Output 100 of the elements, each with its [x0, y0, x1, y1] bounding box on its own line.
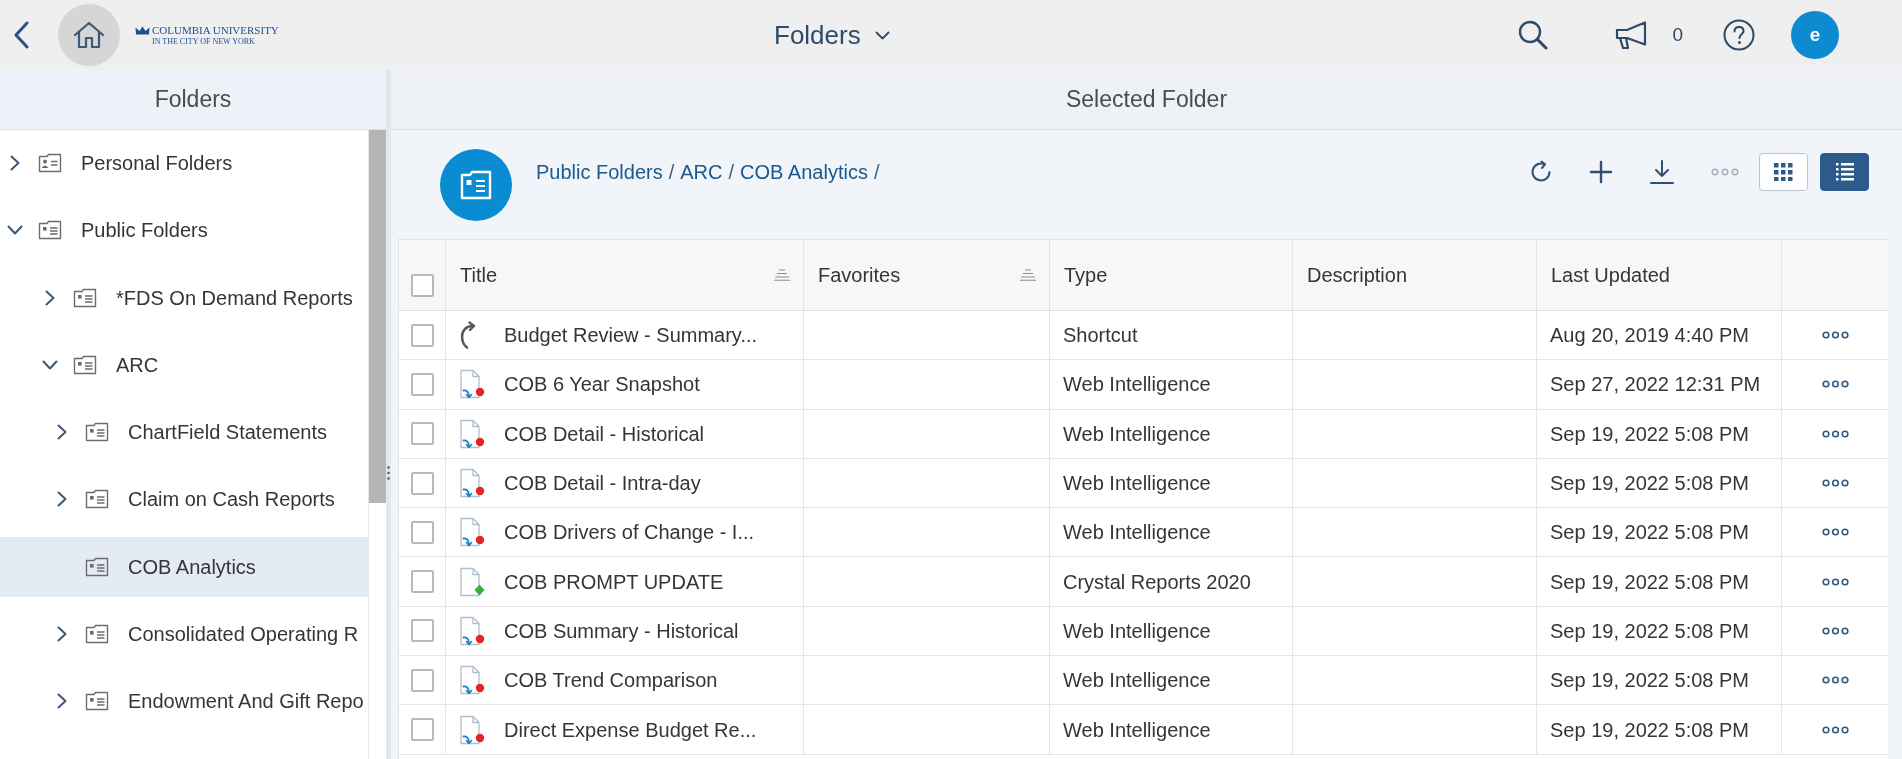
table-cell: Web Intelligence — [1050, 409, 1293, 458]
refresh-icon[interactable] — [1529, 160, 1553, 184]
tree-item[interactable]: COB Analytics — [0, 536, 368, 597]
table-cell: Sep 19, 2022 5:08 PM — [1537, 656, 1782, 705]
document-title: Budget Review - Summary... — [504, 323, 758, 349]
row-checkbox[interactable] — [410, 570, 434, 594]
table-cell: Sep 19, 2022 5:08 PM — [1537, 606, 1782, 656]
more-icon[interactable] — [1821, 429, 1849, 438]
folder-icon — [440, 149, 512, 221]
more-icon[interactable] — [1821, 676, 1849, 685]
document-title: COB 6 Year Snapshot — [504, 372, 700, 398]
table-cell: Web Intelligence — [1050, 656, 1293, 705]
breadcrumb-link[interactable]: ARC — [680, 157, 723, 187]
more-icon[interactable] — [1821, 626, 1849, 635]
megaphone-icon[interactable] — [1614, 20, 1649, 50]
sidebar-header: Folders — [0, 70, 386, 130]
folder-icon — [73, 354, 97, 375]
row-checkbox[interactable] — [410, 471, 434, 495]
tree-item[interactable]: Claim on Cash Reports — [0, 469, 368, 530]
tree-item[interactable]: Personal Folders — [0, 133, 368, 193]
document-arrow-icon — [458, 468, 485, 499]
folder-icon — [85, 691, 109, 711]
breadcrumb-link[interactable]: COB Analytics — [740, 157, 868, 187]
tree-item[interactable]: *FDS On Demand Reports — [0, 267, 368, 328]
caret-down-icon — [874, 30, 890, 40]
chevron-right-icon[interactable] — [57, 424, 67, 440]
row-checkbox[interactable] — [410, 372, 434, 396]
download-icon[interactable] — [1649, 159, 1675, 185]
document-arrow-icon — [458, 665, 485, 696]
table-cell: Sep 27, 2022 12:31 PM — [1537, 360, 1782, 409]
document-arrow-icon — [458, 714, 485, 745]
table-cell: Sep 19, 2022 5:08 PM — [1537, 508, 1782, 557]
column-header[interactable]: Favorites — [804, 240, 1050, 310]
row-checkbox[interactable] — [410, 668, 434, 692]
tree-item[interactable]: Consolidated Operating R — [0, 603, 368, 664]
chevron-down-icon[interactable] — [7, 225, 23, 236]
row-checkbox[interactable] — [410, 422, 434, 446]
breadcrumb-separator: / — [873, 160, 880, 185]
chevron-left-icon[interactable] — [13, 21, 29, 49]
chevron-right-icon[interactable] — [57, 693, 67, 709]
document-title: COB Detail - Historical — [504, 421, 705, 447]
tree-item[interactable]: Endowment And Gift Repo — [0, 671, 368, 731]
table-cell: Web Intelligence — [1050, 705, 1293, 754]
row-checkbox[interactable] — [410, 323, 434, 347]
person-card-icon — [38, 153, 62, 173]
document-title: COB PROMPT UPDATE — [504, 569, 724, 595]
chevron-right-icon[interactable] — [10, 155, 20, 171]
row-checkbox[interactable] — [410, 520, 434, 544]
table-cell: Sep 19, 2022 5:08 PM — [1537, 557, 1782, 606]
grid-icon — [1774, 162, 1793, 182]
document-arrow-icon — [458, 517, 485, 548]
document-arrow-icon — [458, 369, 485, 400]
list-icon — [1835, 163, 1854, 181]
sort-icon[interactable] — [1020, 269, 1036, 281]
table-cell: Web Intelligence — [1050, 508, 1293, 557]
notification-count: 0 — [1672, 22, 1683, 47]
row-checkbox[interactable] — [410, 619, 434, 643]
column-header[interactable]: Type — [1050, 240, 1293, 310]
table-cell: Web Intelligence — [1050, 458, 1293, 508]
chevron-right-icon[interactable] — [45, 289, 55, 306]
folder-icon — [73, 287, 97, 308]
folder-icon — [38, 220, 62, 241]
more-icon[interactable] — [1821, 380, 1849, 389]
table-cell: Web Intelligence — [1050, 606, 1293, 656]
breadcrumb-link[interactable]: Public Folders — [536, 157, 663, 187]
list-view-button[interactable] — [1820, 153, 1869, 191]
column-header[interactable]: Description — [1293, 240, 1537, 310]
more-icon[interactable] — [1821, 577, 1849, 586]
more-icon[interactable] — [1821, 331, 1849, 340]
column-header[interactable]: Title — [446, 240, 804, 310]
search-icon[interactable] — [1518, 20, 1549, 50]
help-icon[interactable] — [1723, 19, 1755, 51]
document-title: COB Trend Comparison — [504, 668, 718, 694]
folder-icon — [85, 489, 109, 510]
chevron-down-icon[interactable] — [42, 359, 58, 370]
column-header[interactable]: Last Updated — [1537, 240, 1782, 310]
more-icon[interactable] — [1821, 725, 1849, 734]
select-all-checkbox[interactable] — [410, 273, 434, 297]
splitter-handle[interactable] — [386, 70, 391, 759]
home-icon — [73, 21, 105, 49]
grid-view-button[interactable] — [1759, 153, 1808, 191]
document-title: COB Summary - Historical — [504, 618, 739, 644]
table-cell: Sep 19, 2022 5:08 PM — [1537, 705, 1782, 754]
sort-icon[interactable] — [774, 269, 790, 281]
document-arrow-icon — [458, 418, 485, 449]
tree-item[interactable]: Public Folders — [0, 200, 368, 261]
chevron-right-icon[interactable] — [57, 625, 67, 642]
folder-icon — [85, 623, 109, 644]
row-checkbox[interactable] — [410, 718, 434, 741]
chevron-right-icon[interactable] — [57, 491, 67, 508]
tree-item[interactable]: ARC — [0, 334, 368, 395]
folders-menu-button[interactable]: Folders — [774, 15, 890, 55]
more-icon[interactable] — [1821, 528, 1849, 537]
user-avatar[interactable]: e — [1791, 11, 1839, 59]
scrollbar-thumb[interactable] — [369, 130, 386, 503]
more-icon[interactable] — [1821, 479, 1849, 488]
plus-icon[interactable] — [1589, 160, 1613, 184]
document-diamond-icon — [458, 566, 485, 597]
tree-item[interactable]: ChartField Statements — [0, 402, 368, 462]
table-cell: Aug 20, 2019 4:40 PM — [1537, 311, 1782, 360]
